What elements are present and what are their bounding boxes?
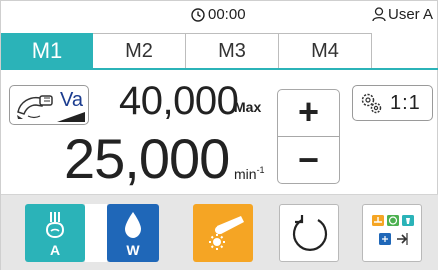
- increase-button[interactable]: +: [278, 90, 339, 134]
- gear-ratio-label: 1:1: [390, 92, 421, 114]
- gear-icon: [361, 93, 382, 114]
- mode-button[interactable]: Va: [9, 85, 89, 125]
- clock-icon: [191, 7, 205, 22]
- settings-panel-icon: [372, 215, 414, 245]
- speed-stepper: + −: [277, 89, 340, 184]
- air-water-divider: [85, 204, 107, 262]
- tab-divider: [1, 68, 438, 70]
- status-bar: 00:00 User A: [1, 1, 438, 25]
- control-panel: A W: [1, 194, 438, 270]
- stepper-divider: [278, 136, 339, 137]
- device-screen: 00:00 User A M1 M2 M3 M4 Va 40,000 Max 2…: [0, 0, 438, 270]
- ramp-indicator: [57, 112, 85, 122]
- decrease-button[interactable]: −: [278, 138, 339, 182]
- tab-m2[interactable]: M2: [93, 33, 186, 69]
- user-icon: [372, 7, 386, 22]
- mode-label: Va: [60, 89, 83, 111]
- current-speed-value: 25,000: [64, 127, 230, 190]
- memory-tabs: M1 M2 M3 M4: [1, 33, 372, 69]
- water-button[interactable]: W: [107, 204, 159, 262]
- handpiece-icon: [17, 95, 53, 119]
- user-name: User A: [387, 6, 433, 23]
- water-label: W: [126, 242, 140, 258]
- settings-button[interactable]: [362, 204, 422, 262]
- rotation-icon: [292, 215, 328, 251]
- air-label: A: [49, 242, 61, 258]
- speed-unit: min-1: [234, 165, 265, 182]
- light-icon: [209, 216, 244, 250]
- rotation-button[interactable]: [279, 204, 339, 262]
- air-spray-icon: [45, 212, 65, 239]
- max-speed-label: Max: [234, 99, 262, 115]
- max-speed-value: 40,000: [119, 79, 239, 123]
- tab-m3[interactable]: M3: [186, 33, 279, 69]
- user-indicator[interactable]: User A: [372, 6, 433, 23]
- tab-m4[interactable]: M4: [279, 33, 372, 69]
- speed-unit-exponent: -1: [256, 165, 265, 175]
- tab-m1[interactable]: M1: [1, 33, 93, 69]
- light-button[interactable]: [193, 204, 253, 262]
- gear-ratio-button[interactable]: 1:1: [352, 85, 433, 121]
- speed-unit-base: min: [234, 166, 257, 182]
- air-button[interactable]: A: [25, 204, 85, 262]
- water-drop-icon: [125, 212, 141, 238]
- timer: 00:00: [191, 6, 246, 23]
- timer-value: 00:00: [208, 6, 246, 23]
